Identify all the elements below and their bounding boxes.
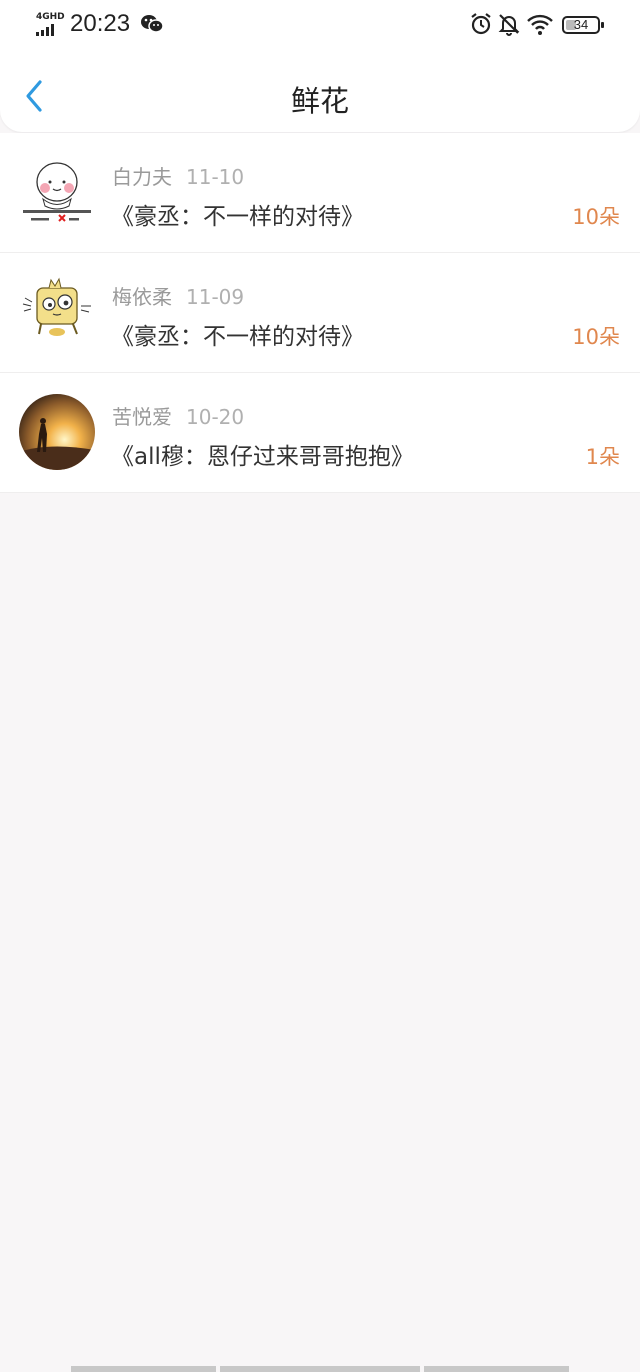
list-item[interactable]: 白力夫 11-10 《豪丞：不一样的对待》 10朵 xyxy=(0,133,640,253)
status-icons: 34 xyxy=(470,12,604,38)
alarm-icon xyxy=(470,12,492,40)
book-title: 《豪丞：不一样的对待》 xyxy=(111,324,364,350)
battery-level: 34 xyxy=(573,17,589,32)
nav-gesture-bar xyxy=(220,1366,420,1372)
list-item[interactable]: 梅依柔 11-09 《豪丞：不一样的对待》 10朵 xyxy=(0,253,640,373)
header: 4GHD 20:23 34 鲜花 xyxy=(0,0,640,132)
send-date: 11-10 xyxy=(186,165,245,189)
flower-count: 10朵 xyxy=(572,205,620,229)
status-time: 20:23 xyxy=(70,10,131,37)
nav-gesture-bar xyxy=(424,1366,569,1372)
flower-list: 白力夫 11-10 《豪丞：不一样的对待》 10朵 梅依柔 11-09 《豪丞：不一… xyxy=(0,133,640,493)
network-indicator: 4GHD xyxy=(36,12,66,36)
send-date: 11-09 xyxy=(186,285,245,309)
network-type: 4GHD xyxy=(36,12,65,22)
mute-bell-icon xyxy=(498,12,520,40)
nav-bar: 鲜花 xyxy=(0,52,640,132)
sender-meta: 苦悦爱 10-20 xyxy=(112,401,244,430)
list-item[interactable]: 苦悦爱 10-20 《all穆：恩仔过来哥哥抱抱》 1朵 xyxy=(0,373,640,493)
sender-meta: 白力夫 11-10 xyxy=(112,161,244,190)
sender-meta: 梅依柔 11-09 xyxy=(112,281,244,310)
avatar[interactable] xyxy=(19,394,95,470)
page-title: 鲜花 xyxy=(290,84,349,118)
wechat-icon xyxy=(141,14,164,38)
book-title: 《all穆：恩仔过来哥哥抱抱》 xyxy=(111,444,414,470)
sender-name: 梅依柔 xyxy=(112,285,172,309)
nav-gesture-bar xyxy=(71,1366,216,1372)
status-bar: 4GHD 20:23 34 xyxy=(0,0,640,52)
wifi-icon xyxy=(526,12,554,40)
sender-name: 白力夫 xyxy=(112,165,172,189)
flower-count: 10朵 xyxy=(572,325,620,349)
battery-icon: 34 xyxy=(562,16,600,34)
send-date: 10-20 xyxy=(186,405,245,429)
avatar[interactable] xyxy=(19,154,95,230)
avatar[interactable] xyxy=(19,274,95,350)
book-title: 《豪丞：不一样的对待》 xyxy=(111,204,364,230)
flower-count: 1朵 xyxy=(585,445,620,469)
sender-name: 苦悦爱 xyxy=(112,405,172,429)
